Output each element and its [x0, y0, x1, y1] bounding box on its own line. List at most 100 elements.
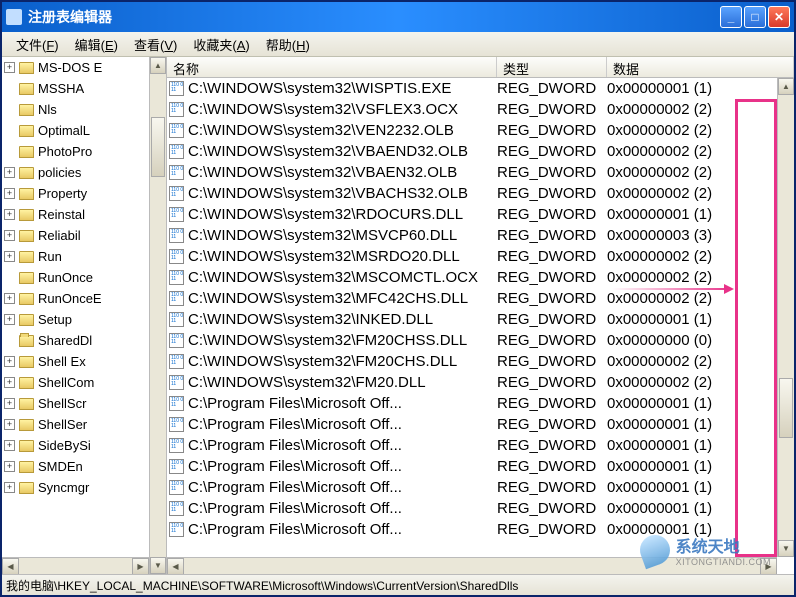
expander-icon[interactable]: + — [4, 62, 15, 73]
tree-node[interactable]: +policies — [2, 162, 149, 183]
tree-node[interactable]: +Property — [2, 183, 149, 204]
expander-icon[interactable]: + — [4, 482, 15, 493]
menu-f[interactable]: 文件(F) — [8, 33, 67, 56]
expander-icon[interactable]: + — [4, 251, 15, 262]
close-button[interactable]: ✕ — [768, 6, 790, 28]
list-row[interactable]: C:\WINDOWS\system32\MFC42CHS.DLLREG_DWOR… — [167, 288, 777, 309]
scroll-left-icon[interactable]: ◀ — [167, 558, 184, 574]
menu-e[interactable]: 编辑(E) — [67, 33, 126, 56]
list-row[interactable]: C:\WINDOWS\system32\FM20CHS.DLLREG_DWORD… — [167, 351, 777, 372]
list-row[interactable]: C:\Program Files\Microsoft Off...REG_DWO… — [167, 414, 777, 435]
menubar: 文件(F)编辑(E)查看(V)收藏夹(A)帮助(H) — [2, 32, 794, 57]
list-row[interactable]: C:\WINDOWS\system32\INKED.DLLREG_DWORD0x… — [167, 309, 777, 330]
list-header: 名称 类型 数据 — [167, 57, 794, 78]
tree-node[interactable]: +Setup — [2, 309, 149, 330]
expander-icon[interactable]: + — [4, 398, 15, 409]
tree-node[interactable]: + Reinstal — [2, 204, 149, 225]
list-row[interactable]: C:\WINDOWS\system32\FM20CHSS.DLLREG_DWOR… — [167, 330, 777, 351]
menu-h[interactable]: 帮助(H) — [258, 33, 318, 56]
tree-node[interactable]: +Run — [2, 246, 149, 267]
list-row[interactable]: C:\Program Files\Microsoft Off...REG_DWO… — [167, 477, 777, 498]
list-row[interactable]: C:\WINDOWS\system32\FM20.DLLREG_DWORD0x0… — [167, 372, 777, 393]
expander-icon[interactable]: + — [4, 356, 15, 367]
tree-node[interactable]: +Syncmgr — [2, 477, 149, 498]
scroll-right-icon[interactable]: ▶ — [132, 558, 149, 574]
list-row[interactable]: C:\WINDOWS\system32\VSFLEX3.OCXREG_DWORD… — [167, 99, 777, 120]
tree-node[interactable]: + ShellScr — [2, 393, 149, 414]
tree-node[interactable]: +ShellCom — [2, 372, 149, 393]
tree-node-label: Reinstal — [38, 207, 85, 222]
folder-icon — [19, 356, 34, 368]
expander-icon[interactable]: + — [4, 377, 15, 388]
list-row[interactable]: C:\Program Files\Microsoft Off...REG_DWO… — [167, 393, 777, 414]
list-row[interactable]: C:\WINDOWS\system32\VEN2232.OLBREG_DWORD… — [167, 120, 777, 141]
col-header-data[interactable]: 数据 — [607, 57, 794, 77]
list-row[interactable]: C:\WINDOWS\system32\MSCOMCTL.OCXREG_DWOR… — [167, 267, 777, 288]
maximize-button[interactable]: □ — [744, 6, 766, 28]
list-row[interactable]: C:\WINDOWS\system32\WISPTIS.EXEREG_DWORD… — [167, 78, 777, 99]
cell-type: REG_DWORD — [497, 500, 607, 517]
scroll-thumb[interactable] — [779, 378, 793, 438]
list-row[interactable]: C:\WINDOWS\system32\VBACHS32.OLBREG_DWOR… — [167, 183, 777, 204]
cell-name: C:\WINDOWS\system32\MSRDO20.DLL — [167, 248, 497, 265]
cell-type: REG_DWORD — [497, 206, 607, 223]
scroll-up-icon[interactable]: ▲ — [150, 57, 166, 74]
list-row[interactable]: C:\WINDOWS\system32\MSVCP60.DLLREG_DWORD… — [167, 225, 777, 246]
scroll-up-icon[interactable]: ▲ — [778, 78, 794, 95]
tree-node[interactable]: +SideBySi — [2, 435, 149, 456]
expander-icon[interactable]: + — [4, 188, 15, 199]
scroll-down-icon[interactable]: ▼ — [150, 557, 166, 574]
tree-node[interactable]: OptimalL — [2, 120, 149, 141]
tree-node[interactable]: MSSHA — [2, 78, 149, 99]
tree-node[interactable]: +MS-DOS E — [2, 57, 149, 78]
expander-icon[interactable]: + — [4, 293, 15, 304]
cell-type: REG_DWORD — [497, 332, 607, 349]
tree-node[interactable]: + Shell Ex — [2, 351, 149, 372]
expander-icon[interactable]: + — [4, 209, 15, 220]
tree-node-label: ShellScr — [38, 396, 86, 411]
tree-node[interactable]: PhotoPro — [2, 141, 149, 162]
list-row[interactable]: C:\WINDOWS\system32\VBAEND32.OLBREG_DWOR… — [167, 141, 777, 162]
titlebar[interactable]: 注册表编辑器 _ □ ✕ — [2, 2, 794, 32]
folder-icon — [19, 482, 34, 494]
list-row[interactable]: C:\WINDOWS\system32\RDOCURS.DLLREG_DWORD… — [167, 204, 777, 225]
menu-v[interactable]: 查看(V) — [126, 33, 185, 56]
col-header-name[interactable]: 名称 — [167, 57, 497, 77]
cell-type: REG_DWORD — [497, 122, 607, 139]
tree-node[interactable]: +ShellSer — [2, 414, 149, 435]
list-vscrollbar[interactable]: ▲ ▼ — [777, 78, 794, 557]
scroll-thumb[interactable] — [151, 117, 165, 177]
tree-node[interactable]: Nls — [2, 99, 149, 120]
tree-node[interactable]: +RunOnceE — [2, 288, 149, 309]
tree-node[interactable]: + SMDEn — [2, 456, 149, 477]
list-row[interactable]: C:\Program Files\Microsoft Off...REG_DWO… — [167, 435, 777, 456]
cell-name: C:\WINDOWS\system32\WISPTIS.EXE — [167, 80, 497, 97]
expander-icon[interactable]: + — [4, 419, 15, 430]
tree-node[interactable]: RunOnce — [2, 267, 149, 288]
scroll-left-icon[interactable]: ◀ — [2, 558, 19, 574]
tree-node-label: SMDEn — [38, 459, 83, 474]
tree-node-label: Shell Ex — [38, 354, 86, 369]
col-header-type[interactable]: 类型 — [497, 57, 607, 77]
list-row[interactable]: C:\Program Files\Microsoft Off...REG_DWO… — [167, 456, 777, 477]
minimize-button[interactable]: _ — [720, 6, 742, 28]
cell-name: C:\WINDOWS\system32\INKED.DLL — [167, 311, 497, 328]
expander-icon[interactable]: + — [4, 461, 15, 472]
tree-vscrollbar[interactable]: ▲ ▼ — [149, 57, 166, 574]
menu-a[interactable]: 收藏夹(A) — [185, 33, 257, 56]
expander-icon[interactable]: + — [4, 167, 15, 178]
folder-icon — [19, 230, 34, 242]
expander-icon[interactable]: + — [4, 314, 15, 325]
list-row[interactable]: C:\Program Files\Microsoft Off...REG_DWO… — [167, 498, 777, 519]
list-row[interactable]: C:\WINDOWS\system32\MSRDO20.DLLREG_DWORD… — [167, 246, 777, 267]
list-body: C:\WINDOWS\system32\WISPTIS.EXE REG_DWORD… — [167, 78, 794, 574]
list-row[interactable]: C:\WINDOWS\system32\VBAEN32.OLBREG_DWORD… — [167, 162, 777, 183]
tree-node[interactable]: +Reliabil — [2, 225, 149, 246]
expander-icon[interactable]: + — [4, 440, 15, 451]
statusbar: 我的电脑\HKEY_LOCAL_MACHINE\SOFTWARE\Microso… — [2, 574, 794, 595]
tree-hscrollbar[interactable]: ◀ ▶ — [2, 557, 149, 574]
tree-node[interactable]: SharedDl — [2, 330, 149, 351]
scroll-down-icon[interactable]: ▼ — [778, 540, 794, 557]
window-frame: 注册表编辑器 _ □ ✕ 文件(F)编辑(E)查看(V)收藏夹(A)帮助(H) … — [0, 0, 796, 597]
expander-icon[interactable]: + — [4, 230, 15, 241]
